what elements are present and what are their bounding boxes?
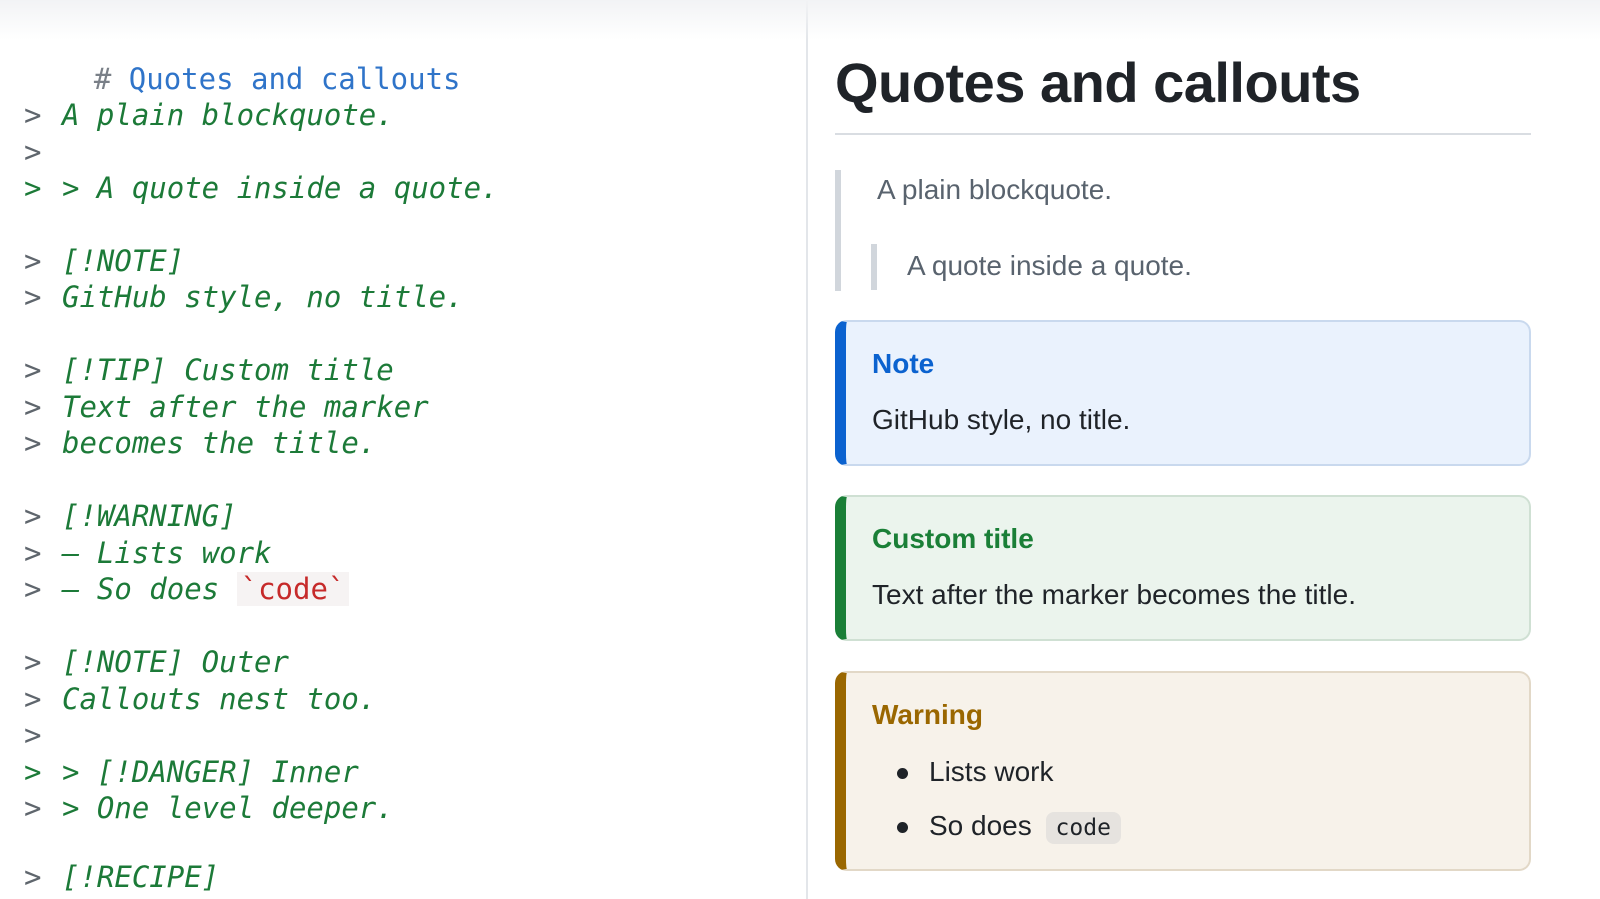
line-text: becomes the title. bbox=[62, 426, 377, 460]
list-item-text: So does bbox=[929, 810, 1032, 841]
line-text: – Lists work bbox=[62, 536, 272, 570]
editor-line[interactable]: > > One level deeper. bbox=[24, 790, 394, 826]
callout-warning-title: Warning bbox=[872, 699, 983, 730]
editor-line[interactable]: > – Lists work bbox=[24, 535, 272, 571]
line-text: > A quote inside a quote. bbox=[62, 171, 499, 205]
quote-marker: > bbox=[24, 755, 42, 789]
callout-tip-body: Text after the marker becomes the title. bbox=[872, 579, 1356, 610]
heading-text: Quotes and callouts bbox=[128, 62, 461, 96]
editor-line[interactable]: > becomes the title. bbox=[24, 425, 376, 461]
editor-line[interactable]: > [!RECIPE] bbox=[24, 859, 219, 895]
quote-marker: > bbox=[24, 645, 42, 679]
nested-blockquote: A quote inside a quote. bbox=[871, 244, 1192, 290]
editor-line[interactable]: > GitHub style, no title. bbox=[24, 279, 464, 315]
quote-marker: > bbox=[24, 135, 42, 169]
line-text: > One level deeper. bbox=[62, 791, 394, 825]
line-text: [!RECIPE] bbox=[62, 860, 220, 894]
bullet-icon bbox=[897, 822, 908, 833]
quote-marker: > bbox=[24, 499, 42, 533]
editor-line[interactable]: > – So does `code` bbox=[24, 571, 350, 607]
editor-line[interactable]: > [!TIP] Custom title bbox=[24, 352, 394, 388]
callout-tip-title: Custom title bbox=[872, 523, 1034, 554]
quote-marker: > bbox=[24, 791, 42, 825]
markdown-editor[interactable]: # Quotes and callouts > A plain blockquot… bbox=[0, 0, 806, 899]
quote-marker: > bbox=[24, 98, 42, 132]
quote-marker: > bbox=[24, 390, 42, 424]
line-text: [!NOTE] bbox=[62, 244, 185, 278]
line-text: – So does bbox=[62, 572, 237, 606]
quote-marker: > bbox=[24, 860, 42, 894]
quote-marker: > bbox=[24, 280, 42, 314]
list-item: So does code bbox=[872, 809, 1121, 863]
quote-marker: > bbox=[24, 718, 42, 752]
callout-tip: Custom title Text after the marker becom… bbox=[835, 495, 1531, 641]
editor-line[interactable]: > Text after the marker bbox=[24, 389, 429, 425]
line-text: > [!DANGER] Inner bbox=[62, 755, 359, 789]
callout-note: Note GitHub style, no title. bbox=[835, 320, 1531, 466]
blockquote-text: A plain blockquote. bbox=[877, 174, 1113, 205]
callout-note-body: GitHub style, no title. bbox=[872, 404, 1131, 435]
editor-line[interactable]: > Callouts nest too. bbox=[24, 681, 376, 717]
editor-line[interactable]: > [!NOTE] bbox=[24, 243, 184, 279]
nested-blockquote-text: A quote inside a quote. bbox=[907, 250, 1192, 281]
quote-marker: > bbox=[24, 353, 42, 387]
editor-line[interactable]: > [!WARNING] bbox=[24, 498, 237, 534]
list-item: Lists work bbox=[872, 755, 1121, 809]
editor-line[interactable]: > A plain blockquote. bbox=[24, 97, 394, 133]
line-text: [!WARNING] bbox=[62, 499, 237, 533]
blockquote: A plain blockquote. A quote inside a quo… bbox=[835, 170, 1531, 291]
quote-marker: > bbox=[24, 171, 42, 205]
page-title: Quotes and callouts bbox=[835, 51, 1361, 114]
callout-note-title: Note bbox=[872, 348, 935, 379]
callout-warning: Warning Lists work So does code bbox=[835, 671, 1531, 871]
quote-marker: > bbox=[24, 682, 42, 716]
inline-code-source: `code` bbox=[236, 572, 350, 606]
line-text: [!NOTE] Outer bbox=[62, 645, 289, 679]
markdown-preview: Quotes and callouts A plain blockquote. … bbox=[808, 0, 1600, 899]
line-text: GitHub style, no title. bbox=[62, 280, 464, 314]
editor-line[interactable]: > > [!DANGER] Inner bbox=[24, 754, 359, 790]
quote-marker: > bbox=[24, 536, 42, 570]
editor-line[interactable]: > [!NOTE] Outer bbox=[24, 644, 289, 680]
quote-marker: > bbox=[24, 244, 42, 278]
quote-marker: > bbox=[24, 572, 42, 606]
line-text: Text after the marker bbox=[62, 390, 429, 424]
line-text: [!TIP] Custom title bbox=[62, 353, 394, 387]
bullet-icon bbox=[897, 768, 908, 779]
editor-line[interactable]: > bbox=[24, 717, 62, 753]
callout-warning-list: Lists work So does code bbox=[872, 755, 1121, 863]
line-text: Callouts nest too. bbox=[62, 682, 377, 716]
quote-marker: > bbox=[24, 426, 42, 460]
line-text: A plain blockquote. bbox=[62, 98, 394, 132]
title-divider bbox=[835, 133, 1531, 135]
list-item-text: Lists work bbox=[929, 756, 1054, 787]
heading-hash: # bbox=[93, 62, 112, 96]
editor-line[interactable]: > > A quote inside a quote. bbox=[24, 170, 499, 206]
inline-code: code bbox=[1045, 812, 1121, 844]
editor-line[interactable]: > bbox=[24, 134, 62, 170]
editor-line-heading[interactable]: # Quotes and callouts bbox=[24, 25, 461, 96]
